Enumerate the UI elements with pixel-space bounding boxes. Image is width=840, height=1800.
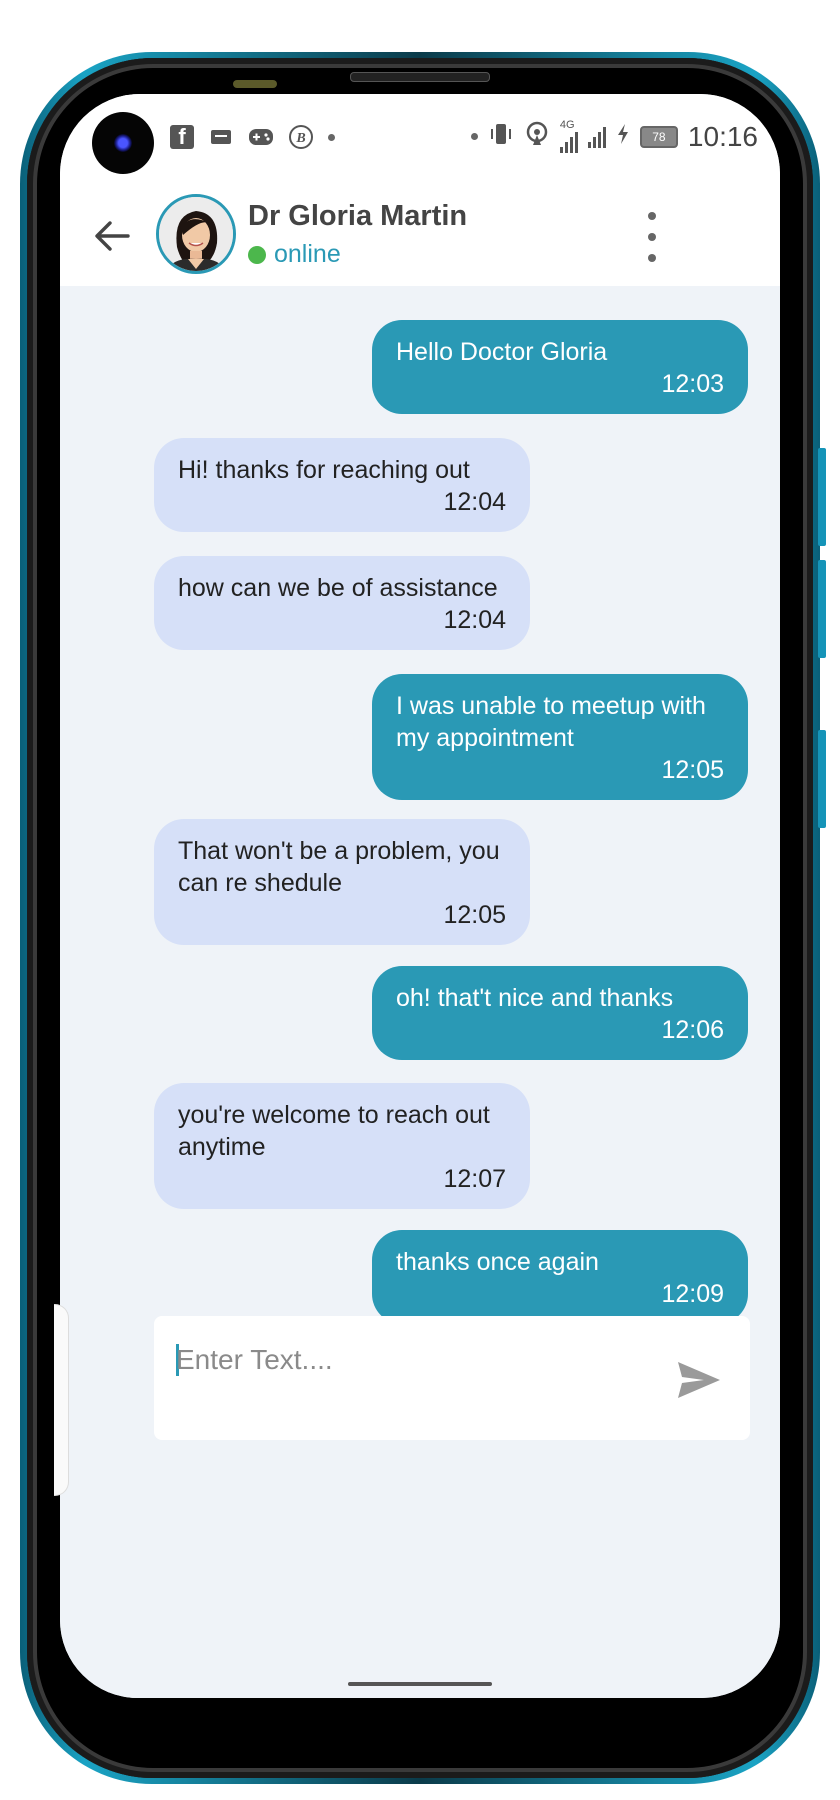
hotspot-icon xyxy=(524,121,550,152)
message-bubble-sent: oh! that't nice and thanks 12:06 xyxy=(372,966,748,1060)
message-bubble-sent: I was unable to meetup with my appointme… xyxy=(372,674,748,800)
message-text: Hello Doctor Gloria xyxy=(396,338,608,366)
contact-name: Dr Gloria Martin xyxy=(248,200,468,232)
facebook-icon: f xyxy=(170,124,194,149)
notification-dot xyxy=(470,133,478,140)
message-bubble-received: how can we be of assistance 12:04 xyxy=(154,556,530,650)
screen-bottom-area xyxy=(60,1452,780,1698)
message-composer xyxy=(154,1316,750,1440)
status-bar: f B 4G 78 10:16 xyxy=(60,94,780,190)
volume-up-button xyxy=(818,448,826,546)
proximity-sensor xyxy=(233,80,277,88)
message-text: I was unable to meetup with my appointme… xyxy=(396,692,706,752)
message-text: That won't be a problem, you can re shed… xyxy=(178,837,500,897)
message-time: 12:05 xyxy=(661,756,724,784)
message-time: 12:04 xyxy=(443,488,506,516)
power-button xyxy=(818,730,826,828)
contact-status: online xyxy=(248,240,341,269)
message-time: 12:07 xyxy=(443,1165,506,1193)
earpiece-speaker xyxy=(350,72,490,82)
send-icon[interactable] xyxy=(674,1358,724,1402)
app-screen: f B 4G 78 10:16 Dr Gloria Martin online … xyxy=(60,94,780,1698)
signal-icon xyxy=(559,131,578,153)
back-arrow-icon[interactable] xyxy=(92,216,132,256)
message-icon xyxy=(208,124,234,150)
online-indicator-icon xyxy=(248,245,266,264)
message-time: 12:03 xyxy=(661,370,724,398)
message-time: 12:05 xyxy=(443,901,506,929)
volume-down-button xyxy=(818,560,826,658)
message-list: Hello Doctor Gloria 12:03 Hi! thanks for… xyxy=(60,286,780,1324)
vibrate-icon xyxy=(488,122,514,151)
message-bubble-received: you're welcome to reach out anytime 12:0… xyxy=(154,1083,530,1209)
message-input[interactable] xyxy=(174,1334,638,1386)
b-circle-icon: B xyxy=(288,124,314,150)
gamepad-icon xyxy=(248,124,274,150)
message-bubble-sent: thanks once again 12:09 xyxy=(372,1230,748,1324)
camera-icon xyxy=(92,112,154,174)
home-indicator[interactable] xyxy=(348,1682,492,1686)
message-bubble-received: That won't be a problem, you can re shed… xyxy=(154,819,530,945)
message-text: Hi! thanks for reaching out xyxy=(178,456,470,484)
more-options-icon[interactable] xyxy=(642,212,662,262)
svg-text:B: B xyxy=(295,131,305,146)
message-text: thanks once again xyxy=(396,1248,599,1276)
message-bubble-received: Hi! thanks for reaching out 12:04 xyxy=(154,438,530,532)
avatar[interactable] xyxy=(156,194,236,274)
message-time: 12:04 xyxy=(443,606,506,634)
network-type: 4G xyxy=(559,119,575,131)
online-status-text: online xyxy=(274,240,341,268)
message-text: you're welcome to reach out anytime xyxy=(178,1101,490,1161)
message-time: 12:06 xyxy=(661,1016,724,1044)
message-bubble-sent: Hello Doctor Gloria 12:03 xyxy=(372,320,748,414)
charging-icon xyxy=(616,123,630,150)
message-text: oh! that't nice and thanks xyxy=(396,984,674,1012)
signal-icon xyxy=(587,126,606,148)
message-time: 12:09 xyxy=(661,1280,724,1308)
message-text: how can we be of assistance xyxy=(178,574,498,602)
edge-panel-handle[interactable] xyxy=(54,1304,69,1496)
status-time: 10:16 xyxy=(687,120,758,152)
chat-header: Dr Gloria Martin online xyxy=(60,190,780,286)
notification-dot xyxy=(328,133,335,141)
battery-icon: 78 xyxy=(639,125,678,148)
